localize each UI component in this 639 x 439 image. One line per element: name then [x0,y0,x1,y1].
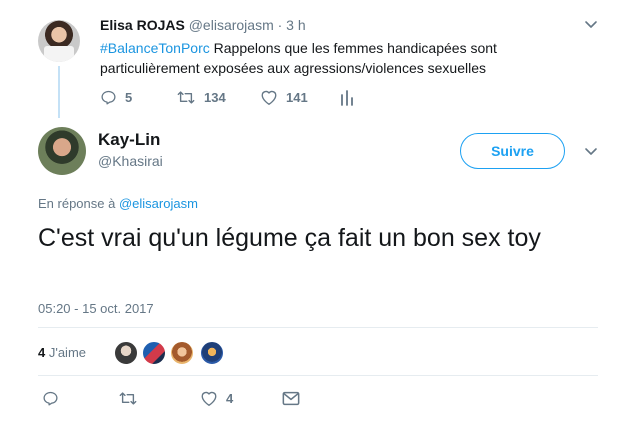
author-name[interactable]: Kay-Lin [98,130,160,150]
parent-reply-count: 5 [125,90,133,105]
parent-avatar[interactable] [38,20,80,62]
parent-text-line2: particulièrement exposées aux agressions… [100,60,486,76]
tweet-text: C'est vrai qu'un légume ça fait un bon s… [38,224,541,252]
parent-retweet-button[interactable]: 134 [176,89,260,106]
retweet-icon [119,392,137,405]
author-handle[interactable]: @Khasirai [98,153,163,169]
reply-icon [43,391,58,406]
reply-icon [101,90,116,105]
analytics-icon [341,90,353,106]
chevron-down-icon [585,148,597,155]
parent-tweet-text: #BalanceTonPorc Rappelons que les femmes… [100,38,540,78]
parent-tweet-time[interactable]: · 3 h [278,17,306,33]
parent-like-button[interactable]: 141 [260,89,340,106]
hashtag-link[interactable]: #BalanceTonPorc [100,40,210,56]
reply-prefix: En réponse à [38,196,119,211]
divider [38,375,598,376]
divider [38,327,598,328]
parent-actions: 5 134 141 [100,89,354,106]
tweet-actions: 4 [42,390,300,407]
reply-context: En réponse à @elisarojasm [38,196,198,211]
thread-connector [58,66,60,118]
like-icon [201,391,217,406]
parent-author-handle[interactable]: @elisarojasm [189,17,274,33]
direct-message-button[interactable] [282,391,300,406]
chevron-down-icon [585,21,597,28]
likes-label: J'aime [45,345,87,360]
retweet-button[interactable] [118,390,200,407]
follow-button[interactable]: Suivre [460,133,565,169]
parent-author-name[interactable]: Elisa ROJAS [100,17,185,33]
parent-retweet-count: 134 [204,90,226,105]
tweet-timestamp[interactable]: 05:20 - 15 oct. 2017 [38,301,154,316]
liker-avatar[interactable] [114,341,138,365]
likes-summary[interactable]: 4 J'aime [38,345,86,360]
like-button[interactable]: 4 [200,390,282,407]
liker-avatar[interactable] [200,341,224,365]
tweet-more-button[interactable] [583,143,599,164]
reply-button[interactable] [42,390,118,407]
liker-avatar[interactable] [170,341,194,365]
parent-reply-button[interactable]: 5 [100,89,176,106]
parent-tweet-header: Elisa ROJAS @elisarojasm · 3 h [100,17,306,33]
parent-more-button[interactable] [583,16,599,37]
parent-text-line1: Rappelons que les femmes handicapées son… [209,40,497,56]
parent-analytics-button[interactable] [340,89,354,106]
parent-like-count: 141 [286,90,308,105]
like-count: 4 [226,391,234,406]
liker-avatar[interactable] [142,341,166,365]
author-avatar[interactable] [38,127,86,175]
message-icon [282,391,300,406]
reply-mention-link[interactable]: @elisarojasm [119,196,198,211]
retweet-icon [177,91,195,104]
like-icon [261,90,277,105]
